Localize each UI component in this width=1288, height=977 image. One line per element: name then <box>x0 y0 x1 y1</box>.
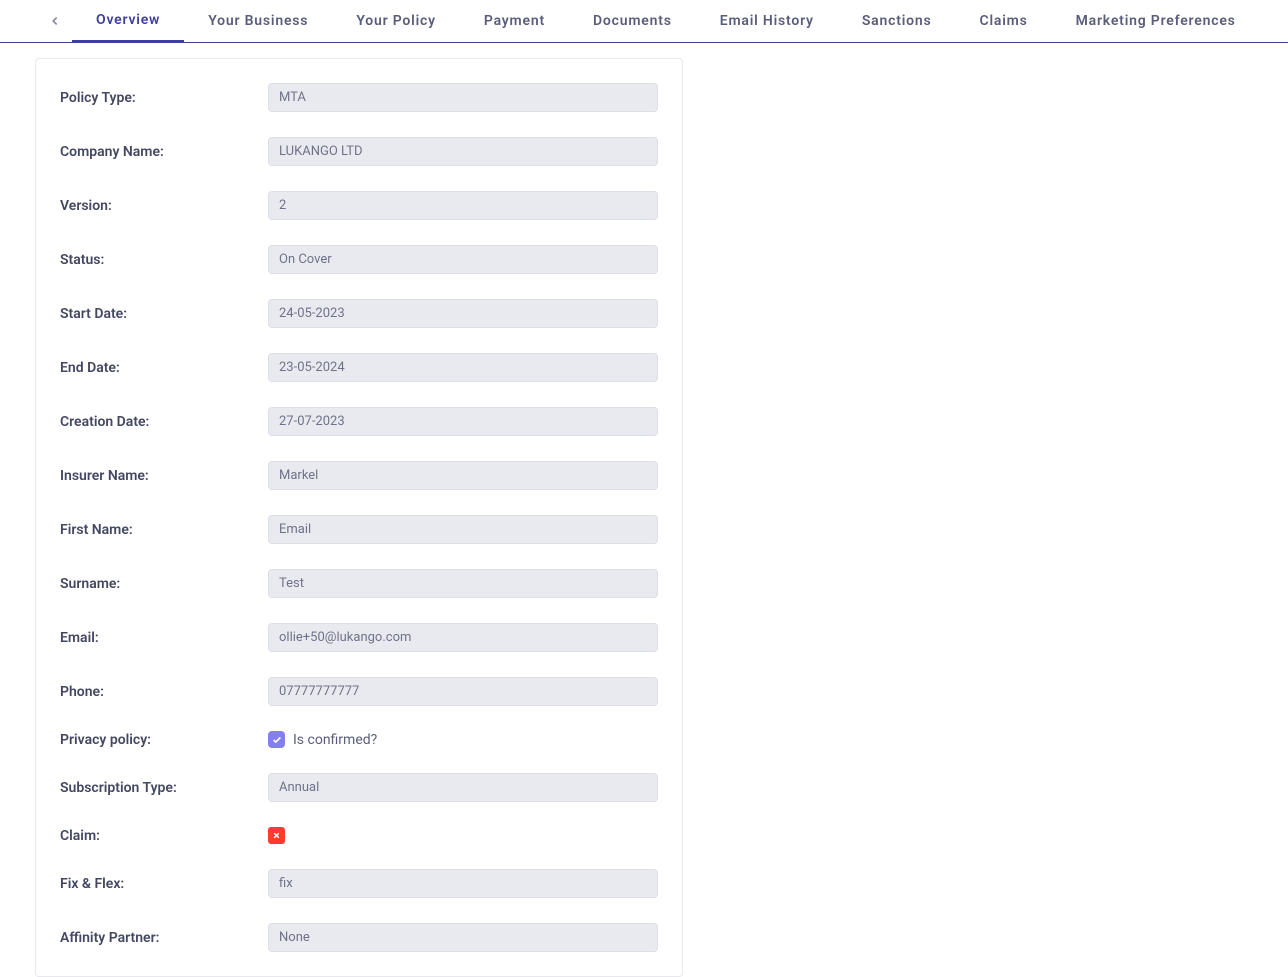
row-fix-flex: Fix & Flex: fix <box>60 869 658 898</box>
row-surname: Surname: Test <box>60 569 658 598</box>
privacy-policy-checkbox-wrapper: Is confirmed? <box>268 731 377 748</box>
tab-claims[interactable]: Claims <box>955 0 1051 42</box>
label-creation-date: Creation Date: <box>60 414 268 430</box>
row-creation-date: Creation Date: 27-07-2023 <box>60 407 658 436</box>
back-button[interactable] <box>48 14 62 28</box>
label-end-date: End Date: <box>60 360 268 376</box>
label-policy-type: Policy Type: <box>60 90 268 106</box>
row-affinity-partner: Affinity Partner: None <box>60 923 658 952</box>
value-subscription-type: Annual <box>268 773 658 802</box>
overview-card: Policy Type: MTA Company Name: LUKANGO L… <box>35 58 683 977</box>
label-affinity-partner: Affinity Partner: <box>60 930 268 946</box>
check-icon <box>272 735 282 745</box>
value-end-date: 23-05-2024 <box>268 353 658 382</box>
label-status: Status: <box>60 252 268 268</box>
row-first-name: First Name: Email <box>60 515 658 544</box>
row-company-name: Company Name: LUKANGO LTD <box>60 137 658 166</box>
tabs-container: Overview Your Business Your Policy Payme… <box>72 0 1260 42</box>
tab-payment[interactable]: Payment <box>460 0 569 42</box>
tab-overview[interactable]: Overview <box>72 0 184 42</box>
tab-marketing-preferences[interactable]: Marketing Preferences <box>1052 0 1260 42</box>
tab-your-policy[interactable]: Your Policy <box>332 0 460 42</box>
label-email: Email: <box>60 630 268 646</box>
row-privacy-policy: Privacy policy: Is confirmed? <box>60 731 658 748</box>
row-start-date: Start Date: 24-05-2023 <box>60 299 658 328</box>
value-company-name: LUKANGO LTD <box>268 137 658 166</box>
row-policy-type: Policy Type: MTA <box>60 83 658 112</box>
label-start-date: Start Date: <box>60 306 268 322</box>
row-end-date: End Date: 23-05-2024 <box>60 353 658 382</box>
row-claim: Claim: <box>60 827 658 844</box>
row-subscription-type: Subscription Type: Annual <box>60 773 658 802</box>
label-insurer-name: Insurer Name: <box>60 468 268 484</box>
row-phone: Phone: 07777777777 <box>60 677 658 706</box>
tab-bar: Overview Your Business Your Policy Payme… <box>0 0 1288 43</box>
label-privacy-policy: Privacy policy: <box>60 732 268 748</box>
tab-email-history[interactable]: Email History <box>696 0 838 42</box>
label-surname: Surname: <box>60 576 268 592</box>
value-insurer-name: Markel <box>268 461 658 490</box>
label-claim: Claim: <box>60 828 268 844</box>
value-email: ollie+50@lukango.com <box>268 623 658 652</box>
label-subscription-type: Subscription Type: <box>60 780 268 796</box>
claim-badge <box>268 827 285 844</box>
value-phone: 07777777777 <box>268 677 658 706</box>
row-insurer-name: Insurer Name: Markel <box>60 461 658 490</box>
row-version: Version: 2 <box>60 191 658 220</box>
row-status: Status: On Cover <box>60 245 658 274</box>
tab-documents[interactable]: Documents <box>569 0 696 42</box>
x-icon <box>272 831 281 840</box>
value-surname: Test <box>268 569 658 598</box>
tab-sanctions[interactable]: Sanctions <box>838 0 956 42</box>
label-company-name: Company Name: <box>60 144 268 160</box>
value-start-date: 24-05-2023 <box>268 299 658 328</box>
tab-your-business[interactable]: Your Business <box>184 0 332 42</box>
chevron-left-icon <box>48 14 62 28</box>
label-fix-flex: Fix & Flex: <box>60 876 268 892</box>
value-version: 2 <box>268 191 658 220</box>
value-creation-date: 27-07-2023 <box>268 407 658 436</box>
value-affinity-partner: None <box>268 923 658 952</box>
row-email: Email: ollie+50@lukango.com <box>60 623 658 652</box>
privacy-policy-checkbox[interactable] <box>268 731 285 748</box>
value-fix-flex: fix <box>268 869 658 898</box>
value-policy-type: MTA <box>268 83 658 112</box>
label-phone: Phone: <box>60 684 268 700</box>
label-first-name: First Name: <box>60 522 268 538</box>
value-first-name: Email <box>268 515 658 544</box>
privacy-policy-checkbox-label: Is confirmed? <box>293 732 377 748</box>
label-version: Version: <box>60 198 268 214</box>
value-status: On Cover <box>268 245 658 274</box>
